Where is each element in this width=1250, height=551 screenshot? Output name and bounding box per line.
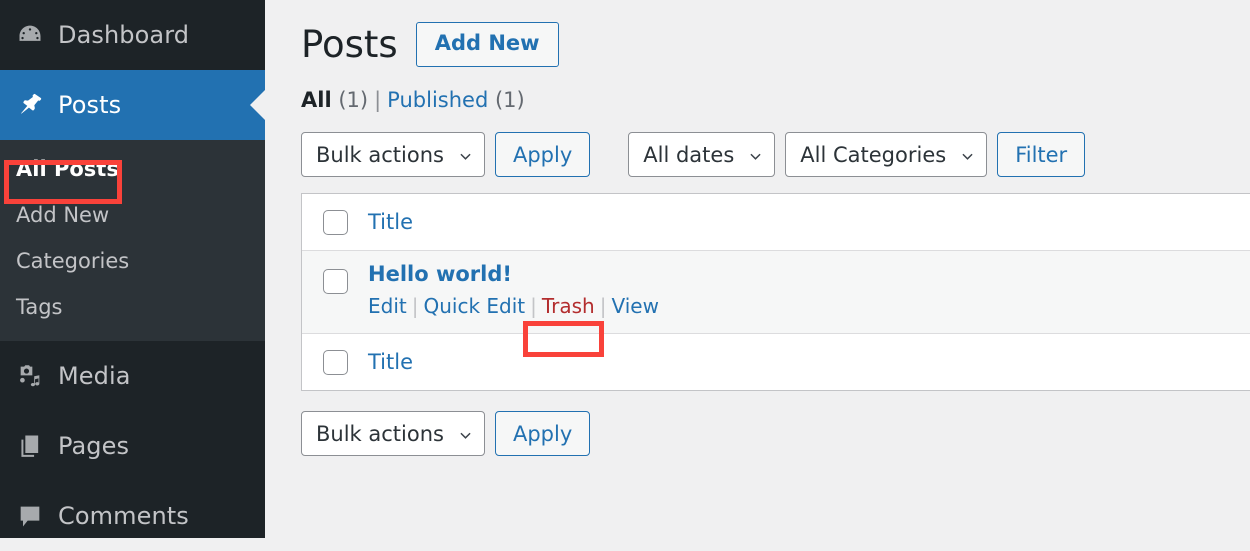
- row-action-view[interactable]: View: [611, 294, 658, 318]
- bulk-actions-select-top[interactable]: Bulk actions: [301, 132, 485, 178]
- wordpress-admin-screen: Dashboard Posts All Posts Add New Catego…: [0, 0, 1250, 538]
- sidebar-item-dashboard[interactable]: Dashboard: [0, 0, 265, 70]
- apply-button-bottom[interactable]: Apply: [494, 411, 591, 457]
- sidebar-item-all-posts[interactable]: All Posts: [0, 146, 265, 192]
- sidebar-item-media[interactable]: Media: [0, 341, 265, 411]
- comments-icon: [16, 502, 58, 530]
- row-checkbox[interactable]: [322, 269, 348, 295]
- sidebar-item-categories[interactable]: Categories: [0, 238, 265, 284]
- filter-button[interactable]: Filter: [997, 132, 1086, 178]
- sidebar-item-label: Pages: [58, 431, 130, 460]
- chevron-down-icon: [750, 153, 761, 160]
- sidebar-subitem-label: Tags: [16, 295, 63, 320]
- sidebar-subitem-label: All Posts: [16, 157, 119, 181]
- view-link-published[interactable]: Published: [387, 88, 488, 112]
- page-header: Posts Add New: [265, 0, 1250, 68]
- posts-table: Title Hello world! Edit | Quick Edit | Trash…: [301, 193, 1250, 392]
- column-footer-title-cell: Title: [368, 350, 1250, 374]
- row-action-trash[interactable]: Trash: [542, 294, 595, 318]
- view-link-all[interactable]: All: [301, 88, 332, 112]
- sidebar-item-label: Comments: [58, 501, 189, 530]
- bulk-actions-select-bottom[interactable]: Bulk actions: [301, 411, 485, 457]
- posts-submenu: All Posts Add New Categories Tags: [0, 140, 265, 341]
- media-icon: [16, 362, 58, 390]
- row-action-edit[interactable]: Edit: [368, 294, 407, 318]
- main-content: Posts Add New All (1) | Published (1) Bulk…: [265, 0, 1250, 538]
- sidebar-item-tags[interactable]: Tags: [0, 284, 265, 330]
- sidebar-subitem-label: Categories: [16, 249, 130, 274]
- table-footer-row: Title: [302, 334, 1250, 392]
- table-header-row: Title: [302, 194, 1250, 252]
- select-all-checkbox-bottom[interactable]: [322, 349, 348, 375]
- sidebar-subitem-label: Add New: [16, 203, 110, 228]
- view-count-all: (1): [338, 88, 369, 113]
- chevron-down-icon: [962, 153, 973, 160]
- column-header-title-cell: Title: [368, 210, 1250, 234]
- column-footer-title[interactable]: Title: [368, 350, 413, 374]
- current-menu-arrow: [250, 89, 266, 121]
- column-header-title[interactable]: Title: [368, 210, 413, 234]
- table-row: Hello world! Edit | Quick Edit | Trash | View: [302, 251, 1250, 335]
- chevron-down-icon: [460, 432, 471, 439]
- row-action-separator: |: [530, 294, 537, 319]
- category-filter-select[interactable]: All Categories: [785, 132, 988, 178]
- row-action-separator: |: [411, 294, 419, 319]
- category-filter-value: All Categories: [800, 142, 947, 167]
- pages-icon: [16, 432, 58, 460]
- bulk-actions-value: Bulk actions: [316, 421, 444, 446]
- admin-sidebar: Dashboard Posts All Posts Add New Catego…: [0, 0, 266, 538]
- sidebar-item-posts[interactable]: Posts: [0, 70, 266, 140]
- sidebar-item-label: Posts: [58, 91, 122, 119]
- row-action-quick-edit[interactable]: Quick Edit: [423, 294, 525, 318]
- sidebar-item-label: Dashboard: [58, 21, 190, 49]
- date-filter-select[interactable]: All dates: [628, 132, 776, 178]
- view-count-published: (1): [494, 88, 525, 113]
- sidebar-item-comments[interactable]: Comments: [0, 481, 265, 551]
- post-title-link[interactable]: Hello world!: [368, 262, 512, 292]
- select-all-cell: [302, 209, 368, 235]
- view-separator: |: [374, 88, 382, 113]
- sidebar-item-add-new[interactable]: Add New: [0, 192, 265, 238]
- row-action-separator: |: [599, 294, 607, 319]
- row-title-cell: Hello world! Edit | Quick Edit | Trash | View: [368, 262, 1250, 320]
- chevron-down-icon: [460, 153, 471, 160]
- row-select-cell: [302, 262, 368, 295]
- apply-button-top[interactable]: Apply: [494, 132, 591, 178]
- page-title: Posts: [301, 23, 398, 67]
- sidebar-item-pages[interactable]: Pages: [0, 411, 265, 481]
- dashboard-icon: [16, 21, 58, 49]
- select-all-checkbox-top[interactable]: [322, 209, 348, 235]
- views-filter-list: All (1) | Published (1): [265, 67, 1250, 112]
- pin-icon: [16, 91, 58, 119]
- bulk-actions-value: Bulk actions: [316, 142, 444, 167]
- table-nav-top: Bulk actions Apply All dates All Categor…: [265, 112, 1250, 178]
- sidebar-item-label: Media: [58, 361, 131, 390]
- row-actions: Edit | Quick Edit | Trash | View: [368, 292, 1250, 320]
- table-nav-bottom: Bulk actions Apply: [265, 391, 1250, 457]
- date-filter-value: All dates: [643, 142, 735, 167]
- select-all-cell-bottom: [302, 349, 368, 375]
- add-new-button[interactable]: Add New: [415, 22, 559, 68]
